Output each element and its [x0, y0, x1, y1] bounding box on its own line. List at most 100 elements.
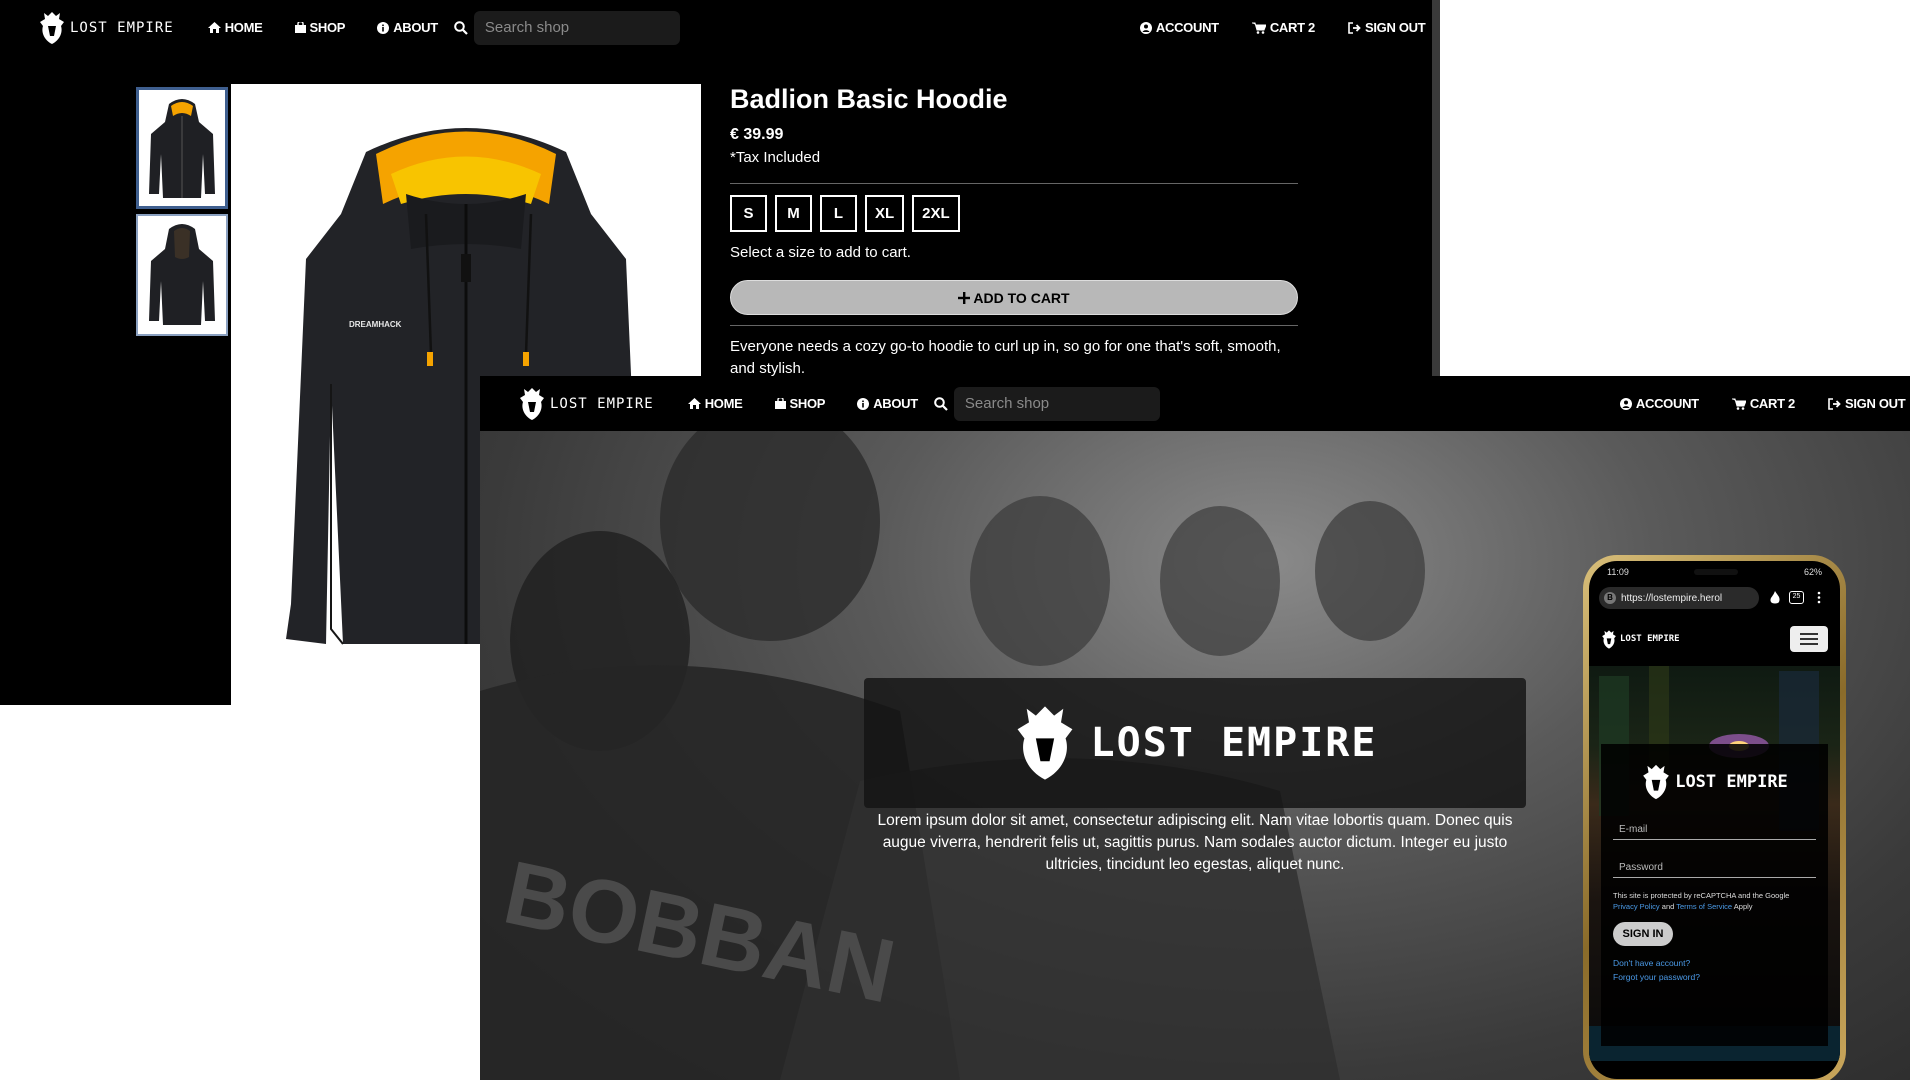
user-circle-icon: [1139, 21, 1152, 34]
search-icon[interactable]: [934, 396, 948, 411]
privacy-policy-link[interactable]: Privacy Policy: [1613, 902, 1660, 911]
phone-brand-name: LOST EMPIRE: [1620, 634, 1680, 644]
phone-url-text: https://lostempire.herol: [1621, 592, 1723, 604]
top-nav: LOST EMPIRE HOME SHOP ABOUT ACCOUNT CART…: [480, 376, 1910, 431]
size-option-xl[interactable]: XL: [865, 195, 905, 232]
nav-about-label: ABOUT: [873, 396, 918, 411]
nav-home-link[interactable]: HOME: [687, 396, 743, 411]
phone-notch: [1694, 569, 1739, 575]
product-title: Badlion Basic Hoodie: [730, 84, 1008, 114]
email-field[interactable]: E-mail: [1613, 816, 1816, 840]
shopping-bag-icon: [294, 22, 306, 33]
phone-status-bar: 11:09 62%: [1589, 561, 1840, 583]
shopping-cart-icon: [1731, 398, 1746, 410]
user-circle-icon: [1619, 397, 1632, 410]
login-title: LOST EMPIRE: [1675, 772, 1788, 792]
phone-battery: 62%: [1803, 567, 1822, 577]
nav-home-link[interactable]: HOME: [207, 20, 263, 35]
search-bar: [454, 10, 680, 45]
recaptcha-and: and: [1661, 902, 1675, 911]
nav-about-link[interactable]: ABOUT: [377, 20, 438, 35]
size-option-s[interactable]: S: [730, 195, 767, 232]
terms-of-service-link[interactable]: Terms of Service: [1676, 902, 1732, 911]
kebab-menu-icon[interactable]: [1817, 591, 1821, 604]
nav-home-label: HOME: [224, 20, 263, 35]
sign-out-icon: [1348, 21, 1361, 34]
skull-crest-icon: [40, 11, 64, 44]
nav-about-link[interactable]: ABOUT: [857, 396, 918, 411]
home-icon: [207, 22, 221, 33]
search-icon[interactable]: [454, 20, 468, 35]
nav-account-label: ACCOUNT: [1635, 396, 1699, 411]
skull-crest-logo: [1017, 706, 1072, 780]
phone-nav: LOST EMPIRE: [1589, 619, 1840, 659]
phone-login-card: LOST EMPIRE E-mail Password This site is…: [1601, 744, 1828, 1046]
hoodie-back-thumbnail: [149, 224, 215, 325]
nav-signout-link[interactable]: SIGN OUT: [1348, 20, 1426, 35]
password-field[interactable]: Password: [1613, 854, 1816, 878]
phone-screen: 11:09 62% B https://lostempire.herol 25 …: [1589, 561, 1840, 1079]
nav-cart-link[interactable]: CART 2: [1251, 20, 1315, 35]
phone-url-bar[interactable]: B https://lostempire.herol: [1599, 587, 1759, 609]
top-nav: LOST EMPIRE HOME SHOP ABOUT ACCOUNT CART…: [0, 0, 1432, 55]
size-option-l[interactable]: L: [820, 195, 857, 232]
size-hint: Select a size to add to cart.: [730, 244, 911, 261]
flame-icon[interactable]: [1769, 591, 1781, 605]
nav-cart-label: CART 2: [1269, 20, 1315, 35]
home-icon: [687, 398, 701, 409]
hamburger-menu-button[interactable]: [1790, 626, 1828, 652]
product-price: € 39.99: [730, 126, 784, 143]
nav-shop-label: SHOP: [309, 20, 346, 35]
forgot-password-link[interactable]: Forgot your password?: [1613, 972, 1816, 982]
brand-logo[interactable]: LOST EMPIRE: [38, 10, 174, 46]
nav-account-link[interactable]: ACCOUNT: [1139, 20, 1219, 35]
size-option-m[interactable]: M: [775, 195, 812, 232]
recaptcha-apply: Apply: [1733, 902, 1753, 911]
brand-name: LOST EMPIRE: [550, 395, 654, 412]
shopping-cart-icon: [1251, 22, 1266, 34]
divider: [730, 183, 1298, 184]
nav-cart-label: CART 2: [1749, 396, 1795, 411]
divider: [730, 325, 1298, 326]
sign-in-button[interactable]: SIGN IN: [1613, 922, 1673, 946]
sign-out-icon: [1828, 397, 1841, 410]
shopping-bag-icon: [774, 398, 786, 409]
add-to-cart-button[interactable]: ADD TO CART: [730, 280, 1298, 315]
nav-signout-label: SIGN OUT: [1844, 396, 1906, 411]
phone-mockup: 11:09 62% B https://lostempire.herol 25 …: [1583, 555, 1846, 1080]
skull-crest-icon: [520, 387, 544, 420]
tab-count-badge[interactable]: 25: [1789, 591, 1804, 604]
nav-account-link[interactable]: ACCOUNT: [1619, 396, 1699, 411]
hero-banner: LOST EMPIRE: [864, 678, 1526, 808]
skull-crest-icon: [1602, 629, 1616, 649]
nav-shop-label: SHOP: [789, 396, 826, 411]
phone-time: 11:09: [1607, 567, 1629, 577]
window-edge: [1432, 0, 1440, 380]
size-option-2xl[interactable]: 2XL: [912, 195, 960, 232]
info-circle-icon: [377, 21, 390, 34]
nav-signout-link[interactable]: SIGN OUT: [1828, 396, 1906, 411]
nav-shop-link[interactable]: SHOP: [774, 396, 826, 411]
skull-crest-icon: [1643, 764, 1670, 800]
register-link[interactable]: Don't have account?: [1613, 958, 1816, 968]
product-thumbnail-back[interactable]: [136, 214, 228, 336]
add-to-cart-label: ADD TO CART: [973, 289, 1070, 306]
search-input[interactable]: [953, 386, 1160, 421]
product-thumbnail-front[interactable]: [136, 87, 228, 209]
nav-cart-link[interactable]: CART 2: [1731, 396, 1795, 411]
product-description: Everyone needs a cozy go-to hoodie to cu…: [730, 338, 1281, 377]
phone-brand-logo[interactable]: LOST EMPIRE: [1601, 629, 1680, 650]
nav-home-label: HOME: [704, 396, 743, 411]
nav-shop-link[interactable]: SHOP: [294, 20, 346, 35]
browser-badge-icon: B: [1604, 592, 1616, 604]
hoodie-chest-print: DREAMHACK: [349, 320, 402, 329]
search-bar: [934, 386, 1160, 421]
info-circle-icon: [857, 397, 870, 410]
login-logo: LOST EMPIRE: [1613, 762, 1816, 802]
home-page-window: LOST EMPIRE HOME SHOP ABOUT ACCOUNT CART…: [480, 376, 1910, 1080]
nav-signout-label: SIGN OUT: [1364, 20, 1426, 35]
hero-title: LOST EMPIRE: [1090, 720, 1378, 766]
brand-logo[interactable]: LOST EMPIRE: [518, 386, 654, 422]
search-input[interactable]: [473, 10, 680, 45]
nav-about-label: ABOUT: [393, 20, 438, 35]
